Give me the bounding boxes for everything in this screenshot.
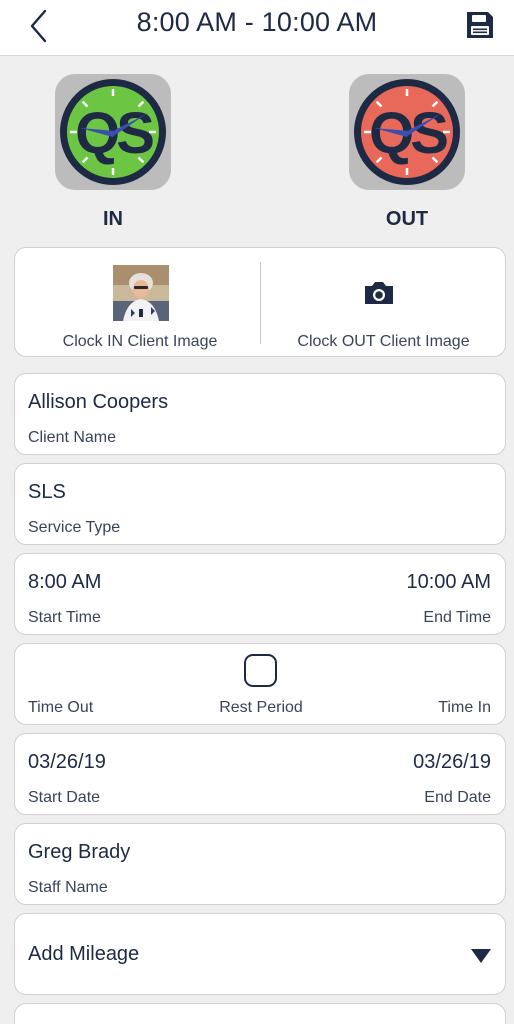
clock-out-camera-button[interactable] (363, 280, 395, 306)
time-in-label: Time In (438, 699, 491, 716)
time-range-field: 8:00 AM 10:00 AM Start Time End Time (14, 553, 506, 635)
service-type-value: SLS (28, 481, 66, 503)
rest-period-checkbox[interactable] (244, 654, 277, 687)
staff-name-field[interactable]: Greg Brady Staff Name (14, 823, 506, 905)
qs-clock-in-icon: QS (60, 79, 166, 185)
end-date-value[interactable]: 03/26/19 (413, 751, 491, 774)
start-date-label: Start Date (28, 789, 101, 806)
client-name-field[interactable]: Allison Coopers Client Name (14, 373, 506, 455)
clock-out-image-label: Clock OUT Client Image (297, 333, 470, 350)
rest-period-field: Time Out Rest Period Time In (14, 643, 506, 725)
camera-icon (365, 282, 393, 304)
page-title: 8:00 AM - 10:00 AM (136, 7, 378, 37)
staff-name-label: Staff Name (28, 879, 108, 896)
end-time-label: End Time (423, 609, 491, 626)
rest-period-label: Rest Period (219, 699, 303, 716)
clock-out-button[interactable]: QS (349, 74, 465, 190)
client-image-card: Clock IN Client Image Clock OUT Client I… (14, 247, 506, 357)
clock-in-client-photo[interactable] (113, 265, 169, 321)
floppy-disk-icon (467, 12, 493, 38)
client-name-label: Client Name (28, 429, 117, 446)
service-type-field[interactable]: SLS Service Type (14, 463, 506, 545)
end-time-value[interactable]: 10:00 AM (406, 571, 491, 594)
image-divider (260, 262, 261, 344)
date-range-field: 03/26/19 03/26/19 Start Date End Date (14, 733, 506, 815)
client-name-value: Allison Coopers (28, 391, 169, 413)
start-time-value[interactable]: 8:00 AM (28, 571, 101, 594)
add-mileage-label: Add Mileage (28, 943, 140, 965)
add-mileage-dropdown[interactable]: Add Mileage (14, 913, 506, 995)
clock-in-label: IN (103, 208, 123, 230)
clock-in-button[interactable]: QS (55, 74, 171, 190)
clock-out-label: OUT (385, 208, 429, 230)
qs-clock-out-icon: QS (354, 79, 460, 185)
save-button[interactable] (464, 9, 496, 41)
next-field-card[interactable] (14, 1003, 506, 1024)
triangle-down-icon (470, 948, 492, 964)
clock-in-image-label: Clock IN Client Image (62, 333, 218, 350)
start-date-value[interactable]: 03/26/19 (28, 751, 106, 774)
end-date-label: End Date (424, 789, 491, 806)
top-bar: 8:00 AM - 10:00 AM (0, 0, 514, 56)
start-time-label: Start Time (28, 609, 101, 626)
service-type-label: Service Type (28, 519, 121, 536)
staff-name-value: Greg Brady (28, 841, 131, 863)
